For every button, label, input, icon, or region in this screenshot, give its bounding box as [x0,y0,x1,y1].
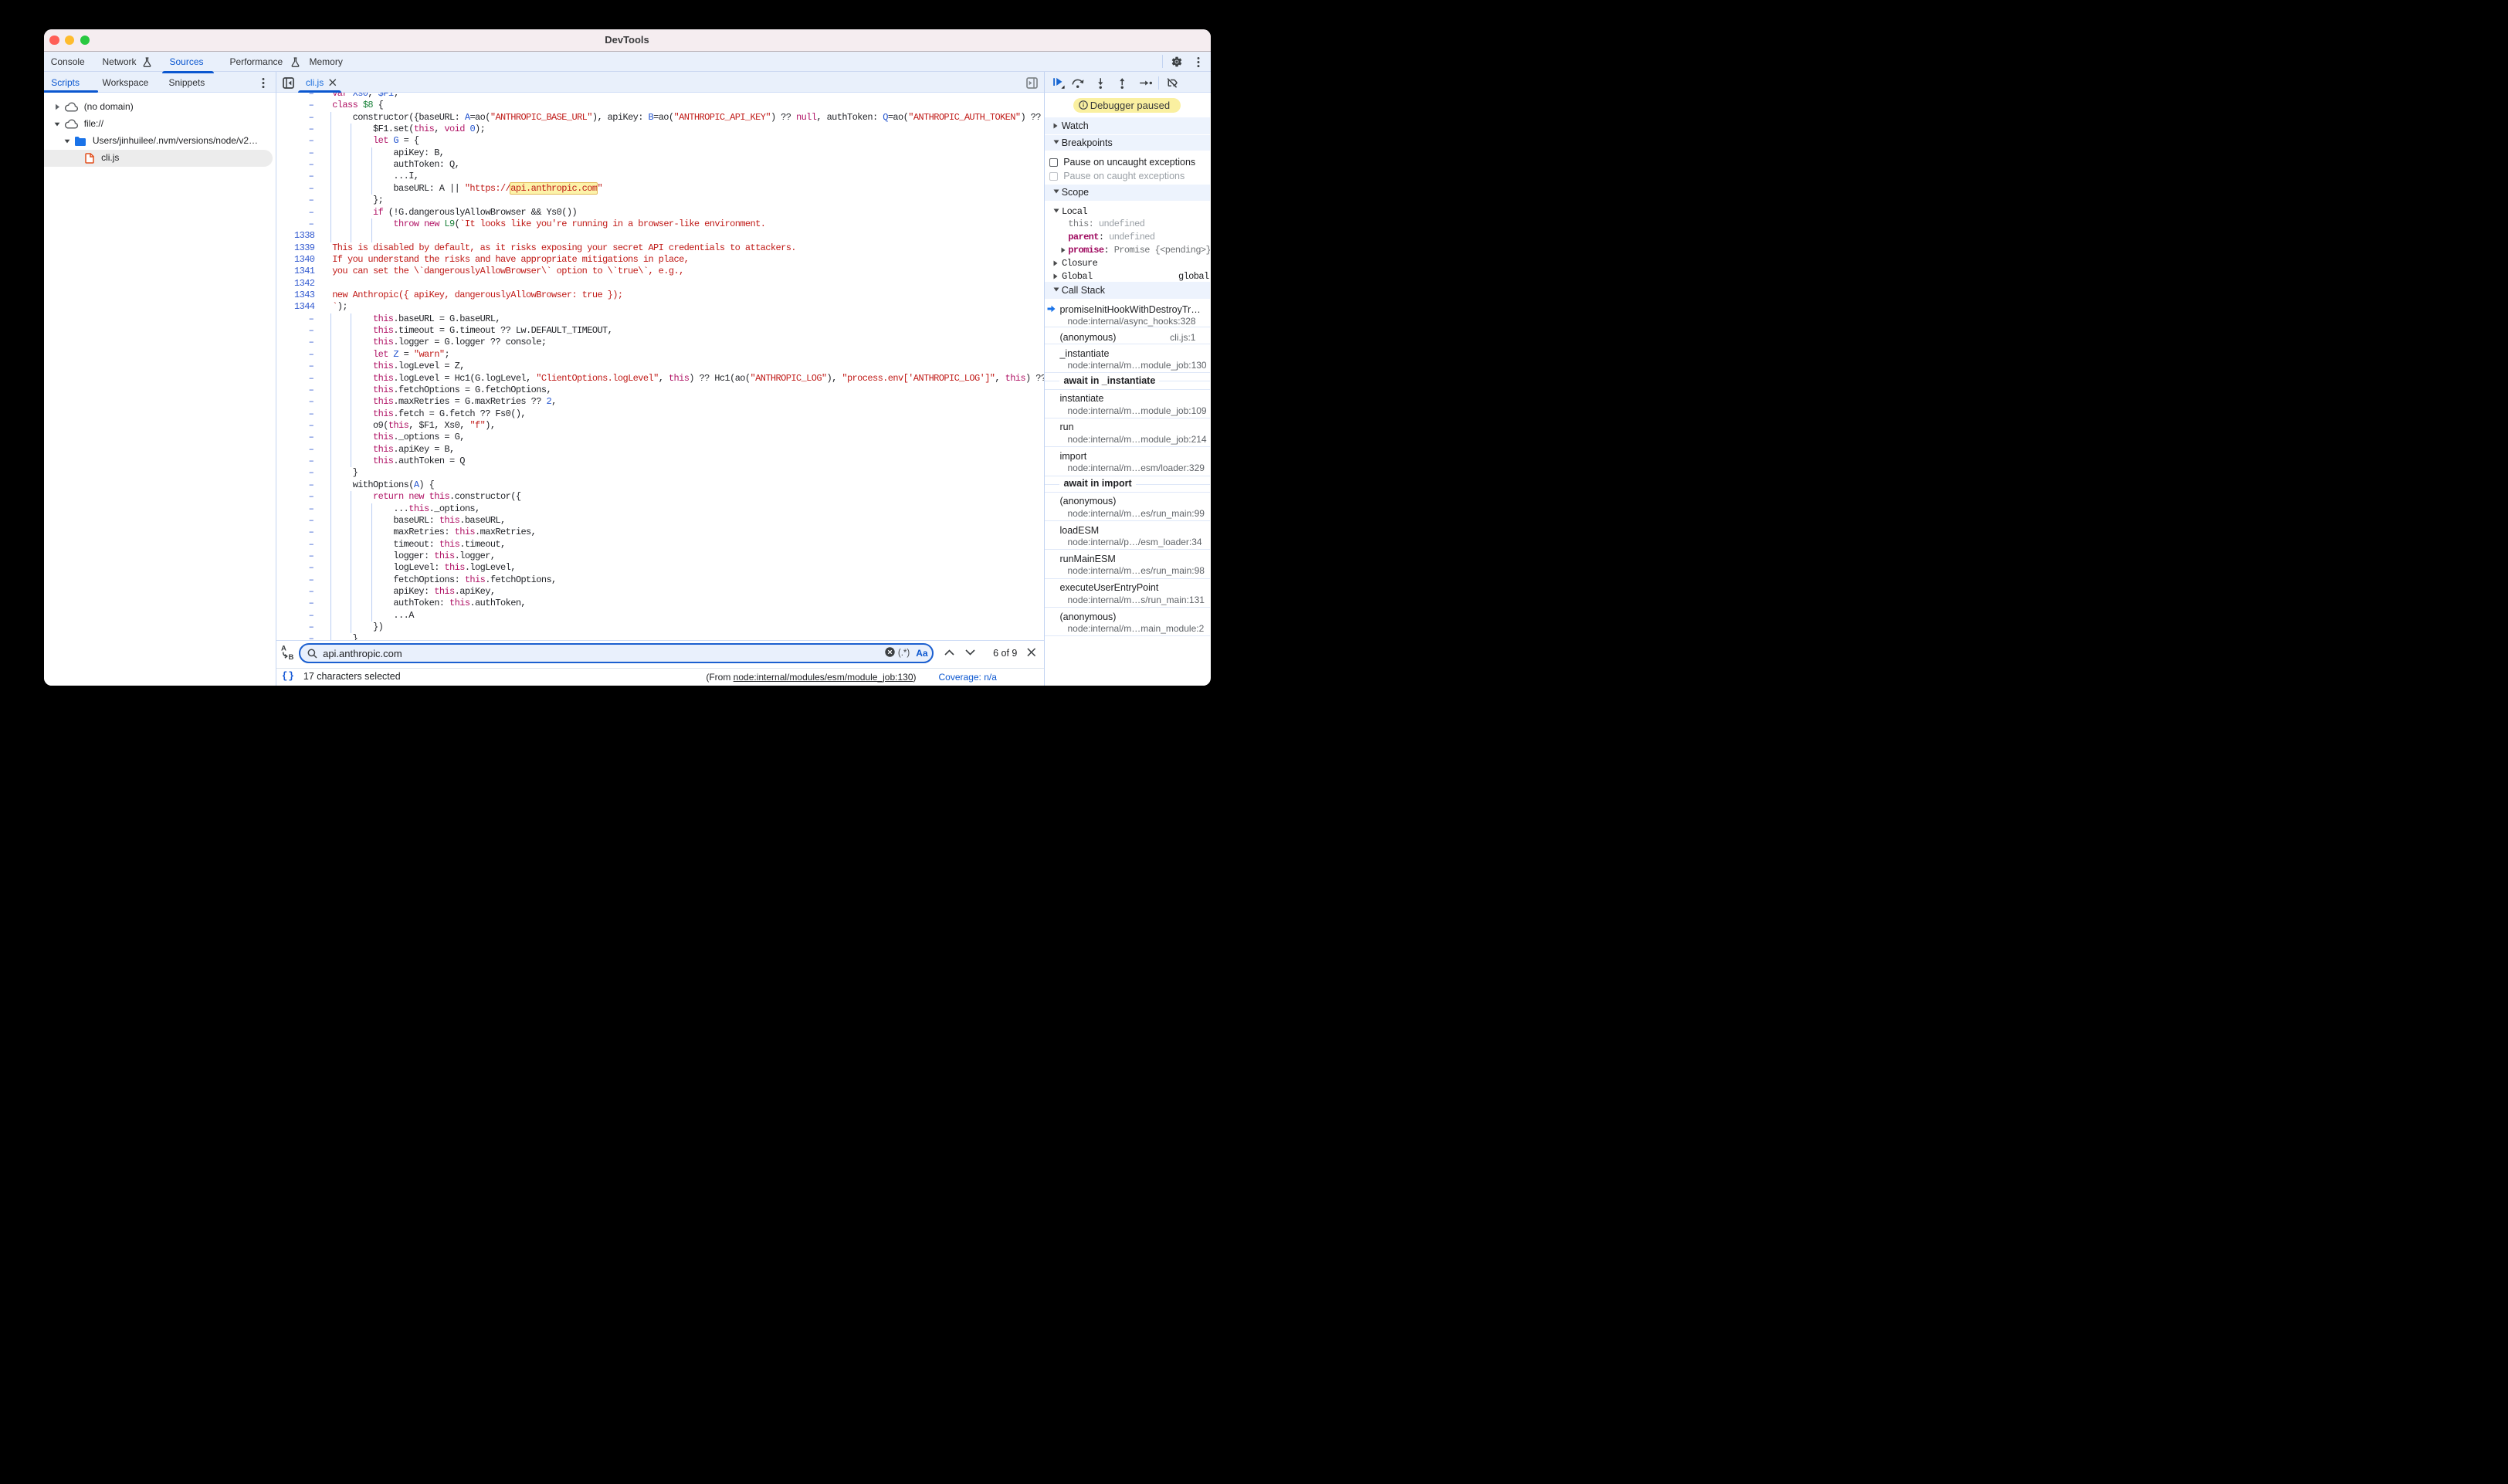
svg-text:A: A [281,645,286,653]
svg-text:B: B [289,653,294,660]
